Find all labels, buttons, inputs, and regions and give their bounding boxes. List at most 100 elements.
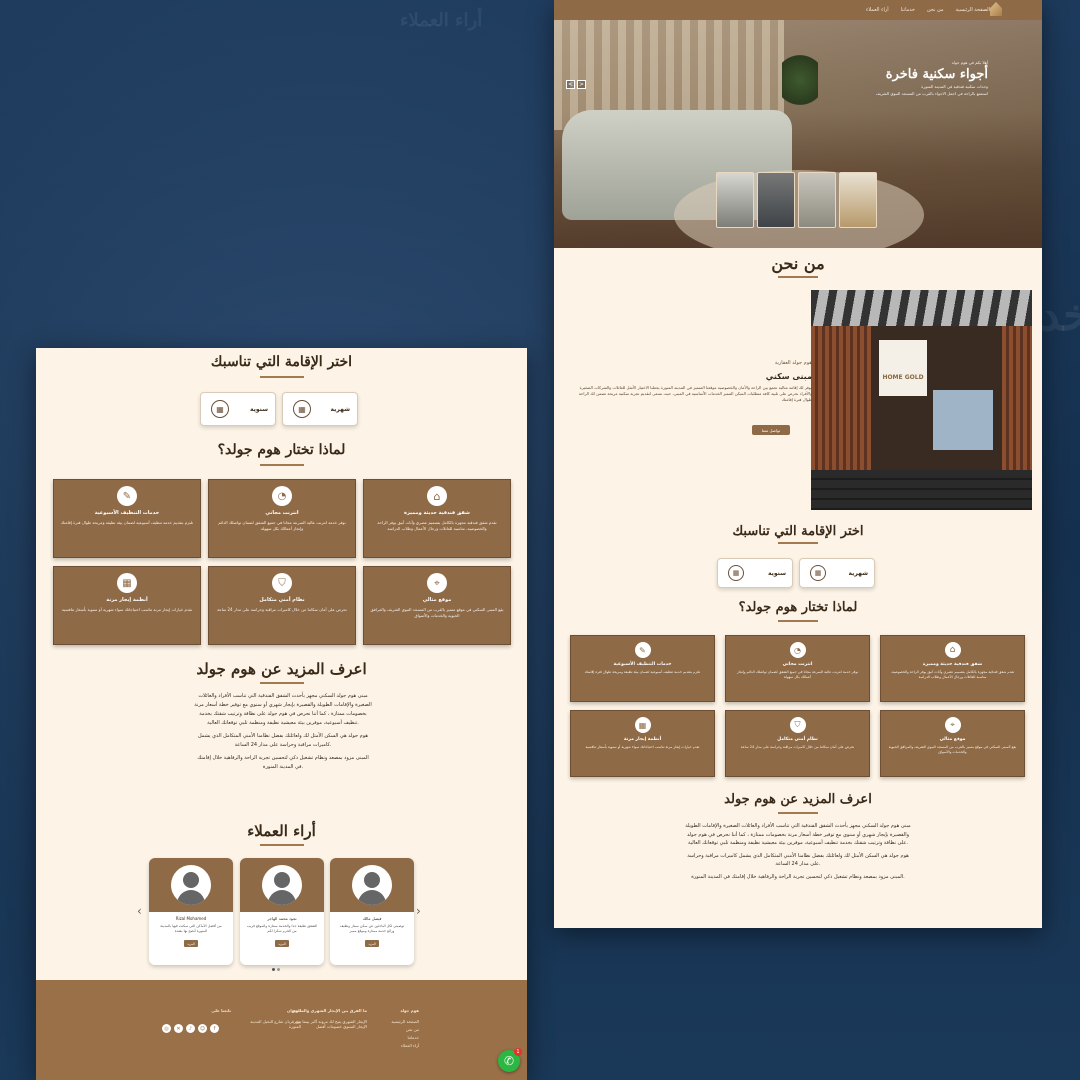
contact-button[interactable]: تواصل معنا [752,425,790,435]
title-underline [778,276,818,278]
calendar-icon: ▦ [810,565,826,581]
about-paragraph: يوفر لك إقامة مثالية تجمع بين الراحة وال… [578,385,812,402]
carousel-dot[interactable] [272,968,275,971]
more-paragraph: مبنى هوم جولد السكني مجهز بأحدث الشقق ال… [685,823,911,846]
feature-desc: نقدم شقق فندقية مجهزة بالكامل بتصميم عصر… [890,670,1015,679]
feature-desc: نوفر خدمة انترنت عالية السرعة مجانا في ج… [736,670,859,679]
review-more-button[interactable]: المزيد [365,940,379,947]
feature-desc: نقدم خيارات إيجار مرنة تناسب احتياجاتك س… [585,745,700,749]
shield-icon: ⛉ [789,717,806,733]
feature-card: ◔ انترنت مجاني نوفر خدمة انترنت عالية ال… [208,479,356,558]
feature-desc: نقدم شقق فندقية مجهزة بالكامل بتصميم عصر… [377,520,497,531]
stay-option-monthly[interactable]: ▦ شهرية [799,558,875,588]
stay-option-label: شهرية [330,405,351,413]
feature-desc: نقدم خيارات إيجار مرنة تناسب احتياجاتك س… [61,607,193,612]
feature-title: خدمات التنظيف الأسبوعية [94,510,160,516]
review-more-button[interactable]: المزيد [275,940,289,947]
more-title: اعرف المزيد عن هوم جولد [196,660,367,678]
social-icons: ◎ ✕ ♪ ☺ f [162,1024,219,1033]
hero-banner: أهلا بكم في هوم جولد أجواء سكنية فاخرة و… [554,20,1042,248]
footer-heading: تابعنا على [211,1008,231,1013]
review-card: نجود محمد الهاجر الشقق نظيفة جدا والخدمة… [240,858,324,965]
nav-item[interactable]: خدماتنا [901,7,915,13]
feature-card: ▦ أنظمة إيجار مرنة نقدم خيارات إيجار مرن… [53,566,201,645]
tiktok-icon[interactable]: ♪ [186,1024,195,1033]
sign-text: HOME GOLD [882,374,924,381]
review-more-button[interactable]: المزيد [184,940,198,947]
notification-badge: 1 [514,1048,522,1056]
home-icon: ⌂ [427,486,447,506]
feature-card: ✎ خدمات التنظيف الأسبوعية نلتزم بتقديم خ… [53,479,201,558]
stay-option-label: شهرية [848,569,869,577]
instagram-icon[interactable]: ◎ [162,1024,171,1033]
feature-desc: يقع المبنى السكني في موقع متميز بالقرب م… [888,745,1017,754]
footer-heading: العنوان [286,1008,301,1013]
next-arrow-icon[interactable]: > [577,80,586,89]
feature-title: موقع مثالي [422,597,452,603]
more-paragraph: هوم جولد هي السكن الأمثل لك ولعائلتك بفض… [198,733,368,748]
top-nav: أراء العملاء خدماتنا من نحن الصفحة الرئي… [554,0,1042,20]
more-paragraph: المبنى مزود بمصعد ونظام تشغيل ذكي لتحسين… [197,755,369,770]
website-screenshot-home: أراء العملاء خدماتنا من نحن الصفحة الرئي… [554,0,1042,928]
nav-item[interactable]: الصفحة الرئيسية [956,7,991,13]
feature-card: ⌖ موقع مثالي يقع المبنى السكني في موقع م… [880,710,1025,777]
stay-option-label: سنوية [249,405,268,413]
shield-icon: ⛉ [272,573,292,593]
stay-title: اختر الإقامة التي تناسبك [732,524,864,539]
carousel-dot[interactable] [277,968,280,971]
feature-title: شقق فندقية حديثة ومميزة [404,510,470,516]
title-underline [778,542,818,544]
snapchat-icon[interactable]: ☺ [198,1024,207,1033]
pergola [811,290,1032,326]
title-underline [778,620,818,622]
nav-item[interactable]: أراء العملاء [866,7,889,13]
feature-desc: نحرص على أمان سكاننا من خلال كاميرات مرا… [217,607,347,612]
hero-line1: وحدات سكنية فندقية في المدينة المنورة [921,84,988,89]
carousel-next-icon[interactable]: › [416,904,421,918]
about-text: هوم جولد العقارية مبنى سكني يوفر لك إقام… [574,360,812,403]
review-header [330,858,414,912]
nav-item[interactable]: من نحن [927,7,944,13]
title-underline [260,844,304,846]
more-paragraph: المبنى مزود بمصعد ونظام تشغيل ذكي لتحسين… [691,873,905,880]
calendar-icon: ▦ [117,573,137,593]
footer-link[interactable]: الصفحة الرئيسية [369,1019,419,1024]
thumbnail[interactable] [839,172,877,228]
plant-image [782,50,818,110]
feature-title: انترنت مجاني [782,662,813,667]
feature-desc: يقع المبنى السكني في موقع متميز بالقرب م… [370,607,504,618]
stay-option-monthly[interactable]: ▦ شهرية [282,392,358,426]
prev-arrow-icon[interactable]: < [566,80,575,89]
hero-arrows: < > [566,80,586,89]
twitter-icon[interactable]: ✕ [174,1024,183,1033]
feature-card: ⛉ نظام أمني متكامل نحرص على أمان سكاننا … [725,710,870,777]
facebook-icon[interactable]: f [210,1024,219,1033]
avatar-icon [171,865,211,905]
stay-option-yearly[interactable]: ▦ سنوية [200,392,276,426]
thumbnail[interactable] [798,172,836,228]
title-underline [260,682,304,684]
footer-link[interactable]: من نحن [369,1027,419,1032]
stay-option-yearly[interactable]: ▦ سنوية [717,558,793,588]
thumbnail[interactable] [716,172,754,228]
background-text-side: لخد [1040,290,1080,341]
footer-link[interactable]: خدماتنا [369,1035,419,1040]
whatsapp-icon[interactable]: ✆ 1 [498,1048,522,1072]
site-footer: هوم جولد الصفحة الرئيسية من نحن خدماتنا … [36,980,527,1080]
calendar-icon: ▦ [634,717,651,733]
carousel-prev-icon[interactable]: ‹ [137,904,142,918]
footer-col-social: تابعنا على [171,1008,231,1019]
thumbnail[interactable] [757,172,795,228]
calendar-icon: ▦ [728,565,744,581]
stay-title: اختر الإقامة التي تناسبك [210,354,353,370]
review-text: توصيتي لكل الباحثين عن سكن ممتاز ونظيف و… [339,924,405,933]
broom-icon: ✎ [117,486,137,506]
feature-card: ◔ انترنت مجاني نوفر خدمة انترنت عالية ال… [725,635,870,702]
title-underline [778,812,818,814]
background-text-top: أراء العملاء [400,10,483,31]
building-sign: HOME GOLD [879,340,927,396]
footer-link[interactable]: أراء العملاء [369,1043,419,1048]
feature-title: أنظمة إيجار مرنة [623,737,662,742]
home-icon: ⌂ [944,642,961,658]
review-text: من أفضل الأماكن التي سكنت فيها بالمدينة … [160,924,222,933]
